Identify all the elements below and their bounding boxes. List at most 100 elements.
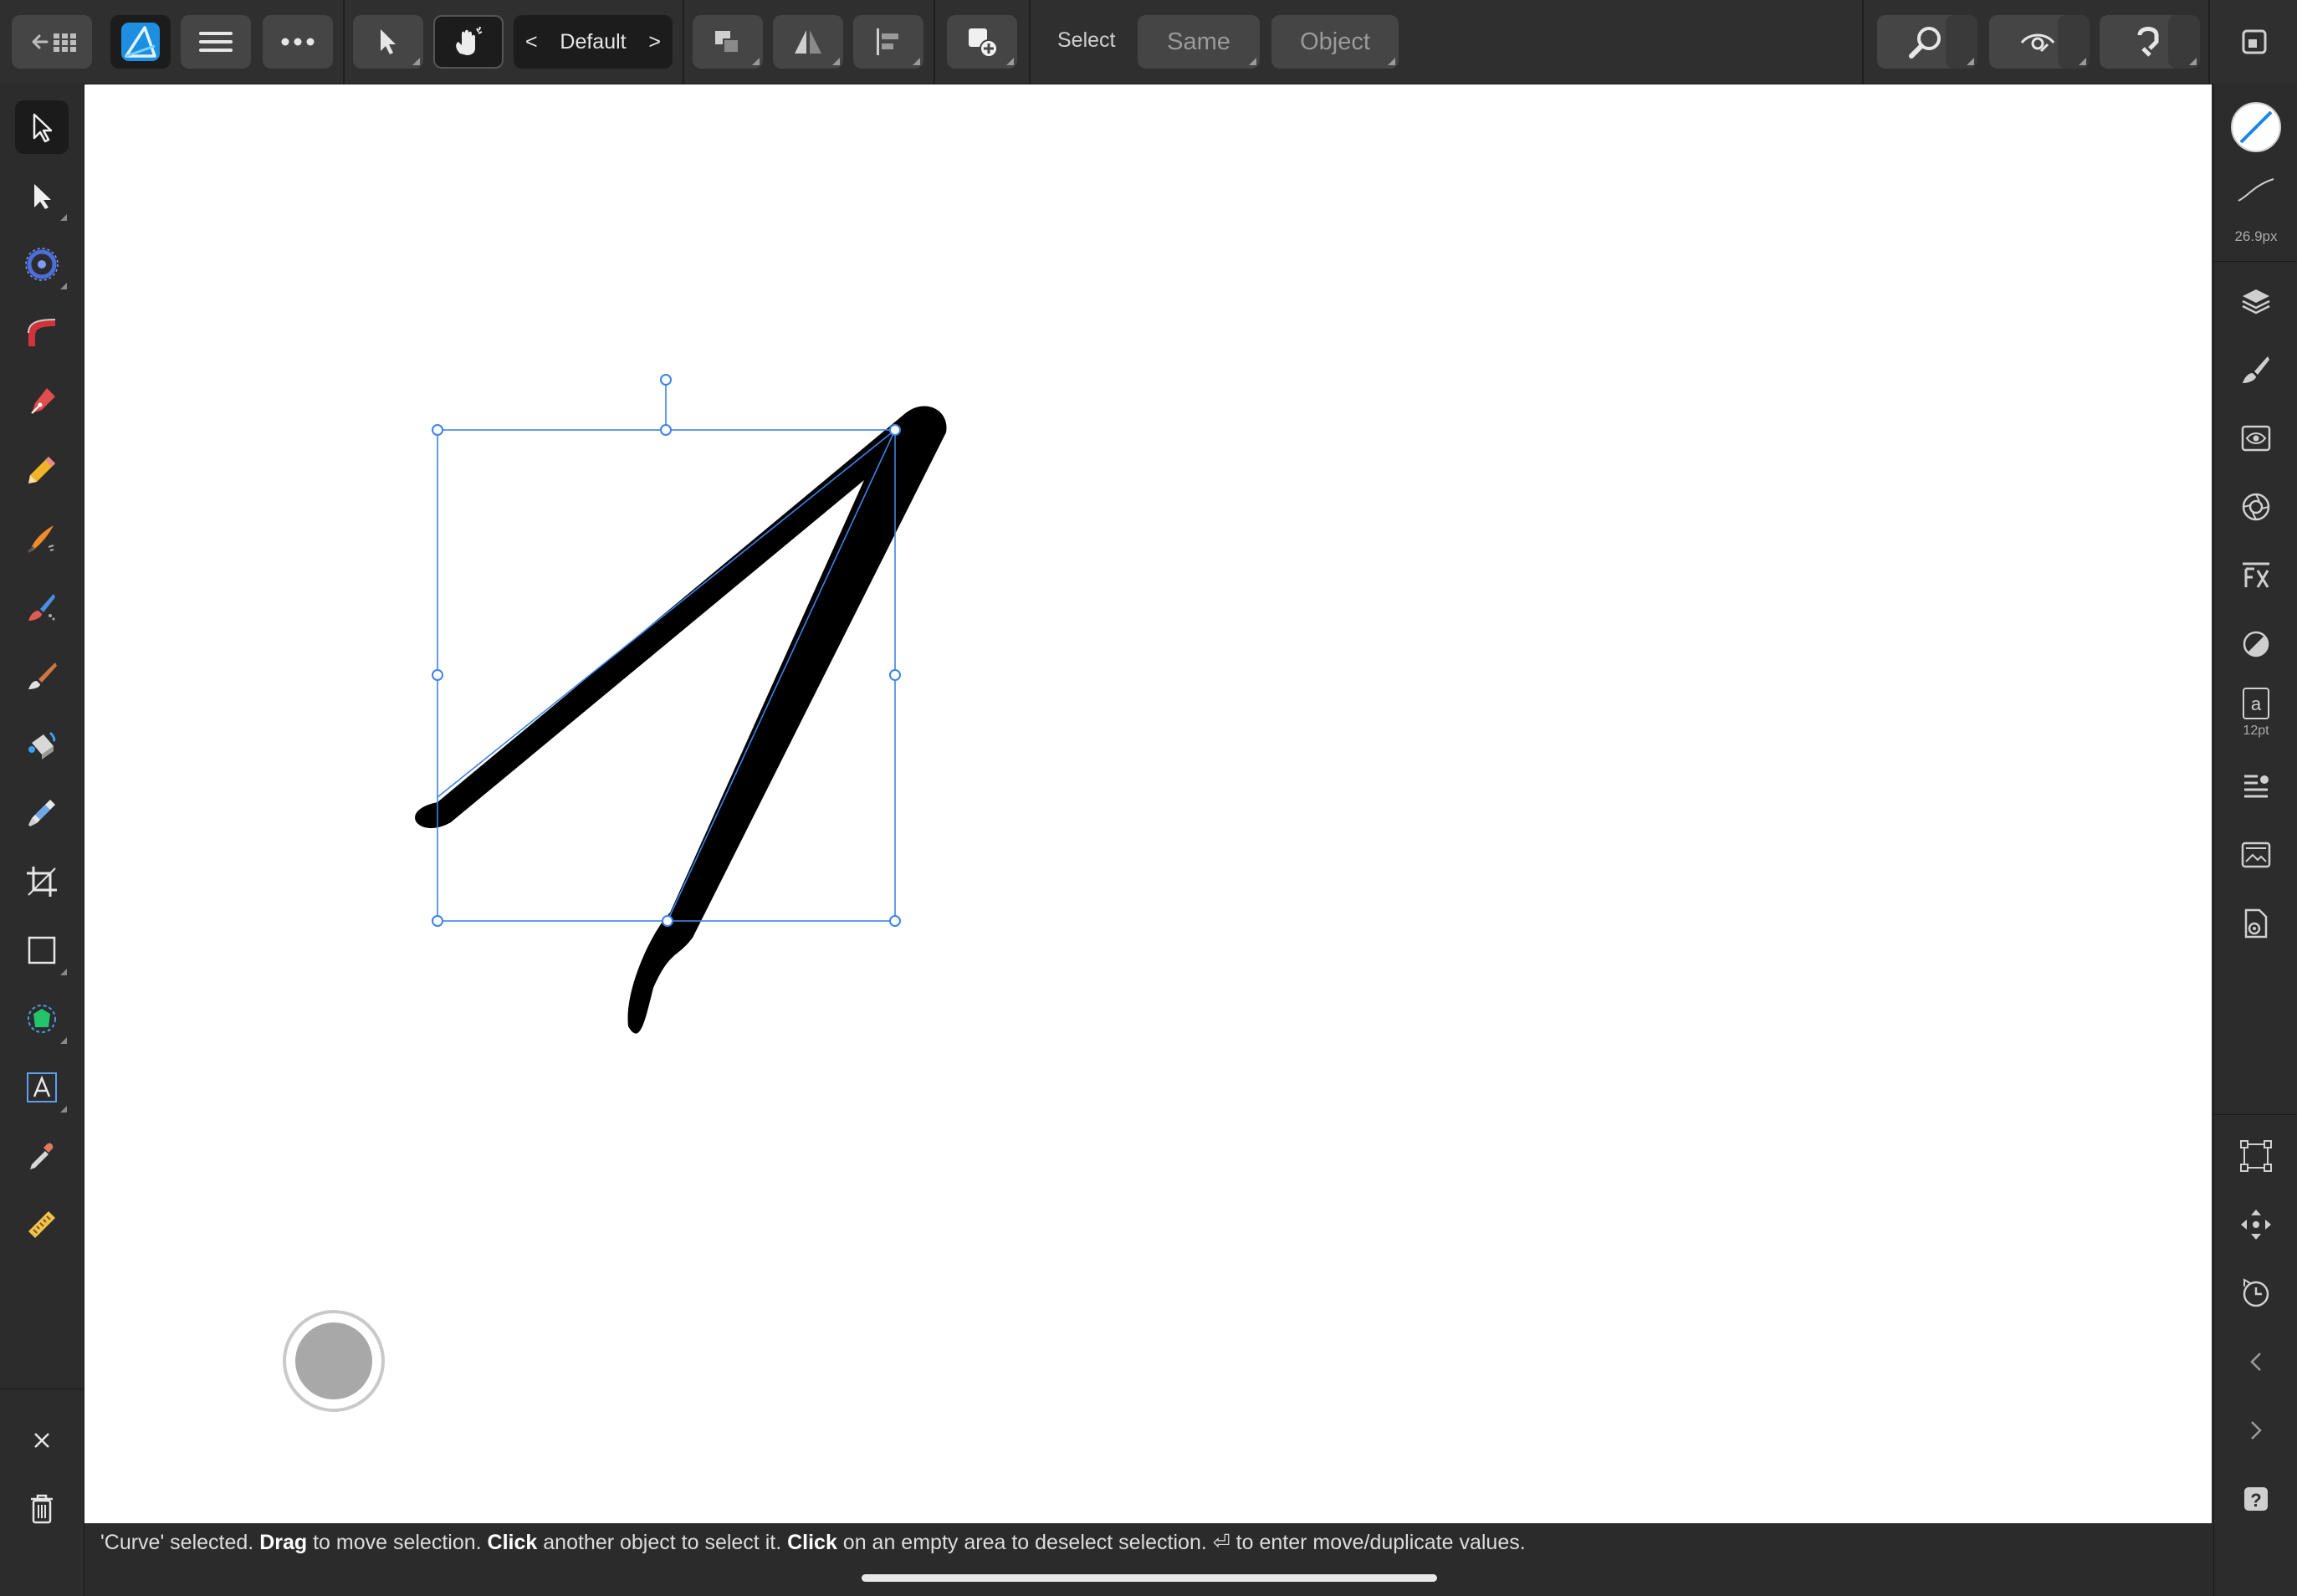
status-text-segment: 'Curve' selected. [100, 1531, 260, 1554]
select-same-button[interactable]: Same [1138, 15, 1260, 69]
node-tool[interactable] [15, 169, 69, 223]
color-swatch-button[interactable] [2229, 100, 2283, 154]
transparency-tool[interactable] [15, 786, 69, 840]
view-options-button[interactable] [2058, 15, 2090, 69]
transform-panel-button[interactable] [2229, 1129, 2283, 1183]
stroke-width-button[interactable] [2229, 169, 2283, 212]
app-persona-button[interactable] [110, 15, 171, 69]
point-transform-tool[interactable] [15, 238, 69, 291]
handle-bottom-left [432, 915, 443, 927]
snapping-options-button[interactable] [2168, 15, 2200, 69]
navigator-panel-button[interactable] [2229, 1198, 2283, 1251]
layers-icon [2242, 289, 2270, 315]
collapse-left-button[interactable] [2229, 1335, 2283, 1389]
node-tool-icon [34, 184, 51, 209]
modifier-button[interactable] [283, 1310, 385, 1412]
stock-image-icon [2241, 841, 2271, 868]
document-canvas[interactable] [84, 84, 2212, 1523]
boolean-operation-button[interactable] [947, 15, 1017, 69]
adjustments-panel-button[interactable] [2229, 412, 2283, 465]
select-same-label: Same [1167, 28, 1230, 55]
brush-tool[interactable] [15, 649, 69, 703]
close-button[interactable] [15, 1414, 69, 1467]
arrange-button[interactable] [693, 15, 763, 69]
chevron-right-icon [2251, 1421, 2262, 1440]
shape-builder-tool[interactable] [15, 992, 69, 1046]
history-clock-icon [2243, 1278, 2269, 1307]
fx-icon [2243, 562, 2269, 588]
history-panel-button[interactable] [2229, 1266, 2283, 1320]
select-object-button[interactable]: Object [1271, 15, 1399, 69]
curve-object[interactable] [415, 406, 947, 1034]
zoom-magnifier-icon [1909, 27, 1941, 59]
effects-panel-button[interactable] [2229, 549, 2283, 602]
rectangle-icon [28, 936, 56, 964]
more-button[interactable] [263, 15, 333, 69]
status-text-segment: to move selection. [307, 1531, 488, 1554]
crop-tool[interactable] [15, 855, 69, 908]
transparency-icon [28, 800, 55, 826]
delete-button[interactable] [15, 1482, 69, 1536]
pointer-icon [381, 29, 396, 54]
status-hint: 'Curve' selected. Drag to move selection… [100, 1530, 1526, 1555]
separator [934, 0, 935, 84]
zoom-options-button[interactable] [1946, 15, 1977, 69]
paint-brush-tool[interactable] [15, 581, 69, 634]
eyedropper-icon [30, 1143, 54, 1169]
separator [1029, 0, 1031, 84]
measure-tool[interactable] [15, 1198, 69, 1251]
touch-mode-button[interactable] [433, 15, 504, 69]
color-wheel-icon [2242, 493, 2270, 521]
separator [2214, 1114, 2297, 1115]
appearance-panel-button[interactable] [2229, 617, 2283, 671]
status-text-segment: ⏎ [1212, 1531, 1230, 1554]
color-panel-button[interactable] [2229, 480, 2283, 534]
select-label: Select [1057, 28, 1116, 52]
chevron-left-icon [2250, 1353, 2261, 1371]
pen-tool[interactable] [15, 375, 69, 428]
help-button[interactable]: ? [2229, 1472, 2283, 1526]
eye-icon [2020, 33, 2055, 53]
home-indicator[interactable] [862, 1574, 1437, 1582]
svg-text:?: ? [2250, 1490, 2261, 1511]
artistic-text-tool[interactable] [15, 1061, 69, 1114]
preset-next-button[interactable]: > [648, 30, 661, 54]
stock-panel-button[interactable] [2229, 828, 2283, 882]
color-picker-tool[interactable] [15, 1129, 69, 1183]
no-fill-swatch-icon [2231, 102, 2281, 152]
handle-middle-left [432, 669, 443, 681]
text-styles-button[interactable]: a [2229, 683, 2283, 724]
studio-preset-switcher[interactable]: < Default > [514, 15, 673, 69]
vector-brush-icon [27, 525, 54, 554]
collapse-right-button[interactable] [2229, 1404, 2283, 1457]
status-text-segment: to enter move/duplicate values. [1230, 1531, 1526, 1554]
document-settings-button[interactable] [2229, 897, 2283, 950]
preset-prev-button[interactable]: < [525, 30, 538, 54]
brushes-panel-button[interactable] [2229, 343, 2283, 396]
paragraph-panel-button[interactable] [2229, 760, 2283, 813]
character-icon: a [2243, 688, 2269, 719]
handle-bottom-right [889, 915, 901, 927]
layers-panel-button[interactable] [2229, 274, 2283, 328]
back-button[interactable] [12, 15, 92, 69]
move-tool[interactable] [15, 100, 69, 154]
tools-panel [0, 84, 84, 1596]
pointer-mode-button[interactable] [353, 15, 423, 69]
window-mode-button[interactable] [2228, 15, 2280, 69]
vector-brush-tool[interactable] [15, 512, 69, 565]
transform-box-icon [2240, 1140, 2272, 1172]
rotation-handle [660, 374, 672, 386]
flip-button[interactable] [773, 15, 843, 69]
trash-icon [31, 1494, 53, 1524]
arrange-icon [715, 31, 739, 54]
pencil-tool[interactable] [15, 443, 69, 497]
corner-tool[interactable] [15, 306, 69, 360]
align-left-icon [877, 28, 898, 55]
separator [1862, 0, 1864, 84]
fill-tool[interactable] [15, 718, 69, 771]
main-menu-button[interactable] [181, 15, 251, 69]
select-object-label: Object [1300, 28, 1370, 55]
help-icon: ? [2244, 1487, 2268, 1511]
align-button[interactable] [853, 15, 923, 69]
rectangle-tool[interactable] [15, 923, 69, 977]
